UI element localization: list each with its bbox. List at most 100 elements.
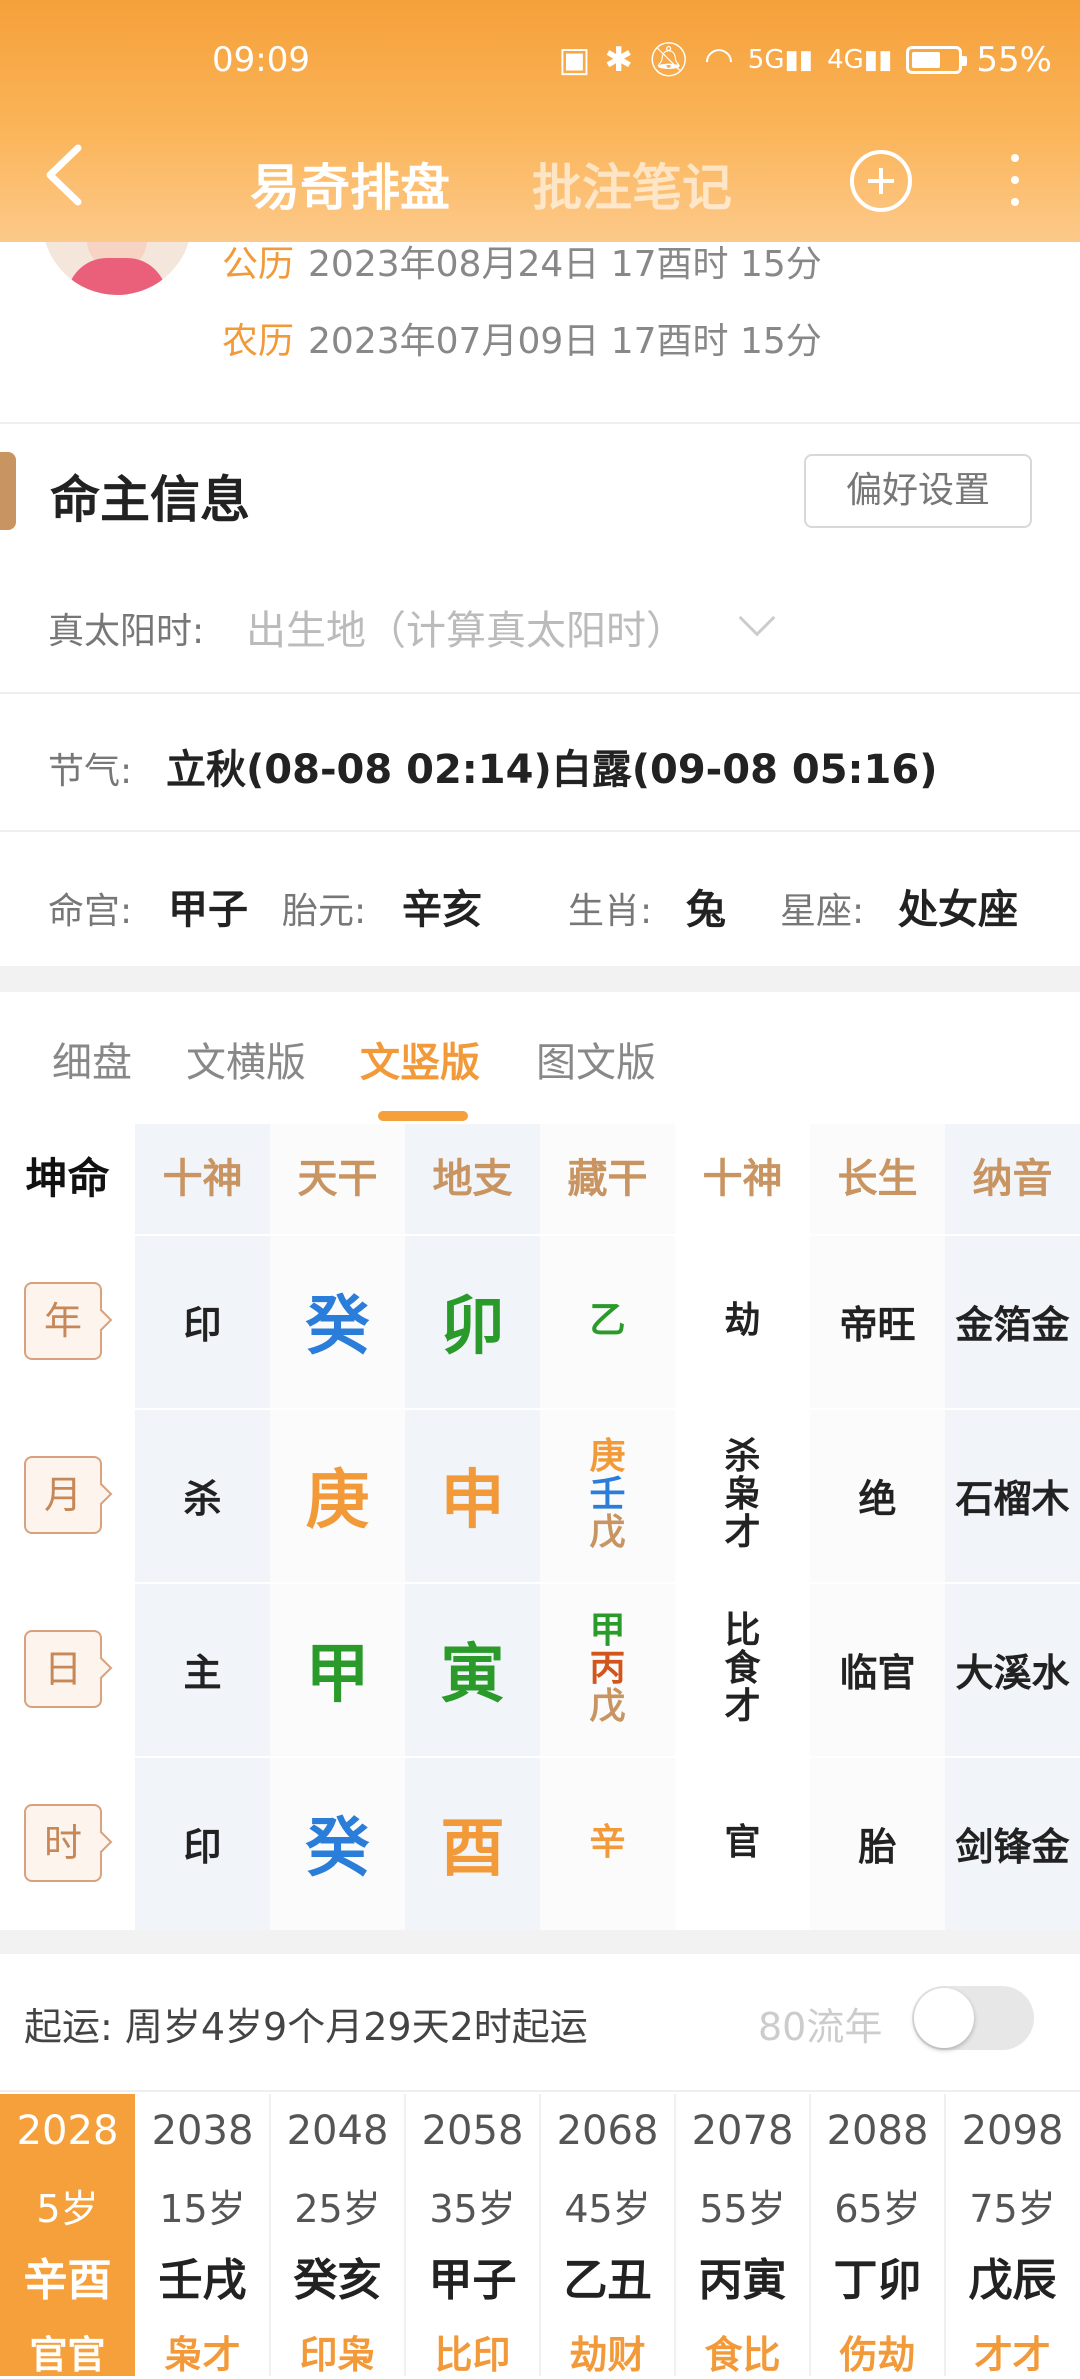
- tiangan-cell: 甲: [305, 1638, 370, 1712]
- section-gap: [0, 1930, 1080, 1954]
- dayun-item[interactable]: 2058 35岁 甲子 比印: [405, 2094, 540, 2377]
- canggan-cell: 乙: [540, 1234, 675, 1408]
- dayun-item[interactable]: 2068 45岁 乙丑 劫财: [540, 2094, 675, 2377]
- pillar-label-month: 月: [24, 1456, 102, 1534]
- shishen2-char: 才: [724, 1685, 761, 1727]
- tab-wenshuban[interactable]: 文竖版: [360, 1030, 480, 1088]
- canggan-char: 戊: [589, 1685, 626, 1727]
- header-changsheng: 长生: [837, 1156, 918, 1202]
- shishen2-char: 杀: [724, 1436, 761, 1478]
- battery-icon: [906, 46, 968, 74]
- dayun-shishen: 劫财: [569, 2333, 646, 2377]
- changsheng-cell: 胎: [858, 1824, 897, 1869]
- divider: [809, 2094, 811, 2376]
- shishen-cell: 印: [183, 1824, 222, 1869]
- shishen-cell: 杀: [183, 1476, 222, 1521]
- header-canggan: 藏干: [567, 1156, 648, 1202]
- minggong-value: 甲子: [168, 887, 248, 933]
- nayin-cell: 金箔金: [955, 1302, 1070, 1347]
- solar-date-row: 公历 2023年08月24日 17酉时 15分: [222, 235, 822, 287]
- dayun-shishen: 枭才: [164, 2333, 241, 2377]
- battery-percent: 55%: [976, 40, 1052, 80]
- bazi-grid: 坤命 十神 天干 地支 藏干 十神 长生 纳音 年 印 癸 卯 乙 劫 帝旺 金…: [0, 1124, 1080, 1930]
- canggan-char: 丙: [589, 1648, 626, 1690]
- dayun-shishen: 印枭: [299, 2333, 376, 2377]
- preferences-button[interactable]: 偏好设置: [804, 454, 1032, 528]
- wifi-icon: ◠: [704, 40, 734, 80]
- start-luck-text: 起运: 周岁4岁9个月29天2时起运: [24, 2005, 588, 2049]
- canggan-cell: 辛: [540, 1756, 675, 1930]
- divider: [404, 2094, 406, 2376]
- back-button[interactable]: [36, 140, 96, 210]
- tiangan-cell: 癸: [305, 1290, 370, 1364]
- shishen-cell: 主: [183, 1650, 222, 1695]
- more-menu-button[interactable]: [1000, 150, 1030, 210]
- xingzuo-value: 处女座: [898, 887, 1018, 933]
- divider: [674, 2094, 676, 2376]
- dayun-ganzhi: 辛酉: [23, 2255, 112, 2306]
- canggan-cell: 庚 壬 戊: [540, 1408, 675, 1582]
- shishen-cell: 印: [183, 1302, 222, 1347]
- dayun-age: 65岁: [834, 2187, 921, 2231]
- solar-date-value: 2023年08月24日 17酉时 15分: [308, 244, 822, 285]
- liunian-label: 80流年: [758, 2005, 883, 2049]
- dayun-item[interactable]: 2098 75岁 戊辰 才才: [945, 2094, 1080, 2377]
- shengxiao-value: 兔: [686, 887, 726, 933]
- dayun-year: 2078: [691, 2108, 794, 2154]
- dayun-shishen: 食比: [704, 2333, 781, 2377]
- add-button[interactable]: [850, 150, 912, 212]
- solar-time-select[interactable]: 出生地（计算真太阳时）: [246, 598, 686, 656]
- lunar-date-row: 农历 2023年07月09日 17酉时 15分: [222, 312, 822, 364]
- dayun-shishen: 伤劫: [839, 2333, 916, 2377]
- tab-tuwenban[interactable]: 图文版: [536, 1030, 656, 1088]
- divider: [539, 2094, 541, 2376]
- canggan-char: 甲: [589, 1610, 626, 1652]
- header-shishen2: 十神: [702, 1156, 783, 1202]
- dayun-year: 2098: [961, 2108, 1064, 2154]
- canggan-char: 辛: [589, 1822, 626, 1864]
- divider: [269, 2094, 271, 2376]
- jieqi-value: 立秋(08-08 02:14)白露(09-08 05:16): [166, 747, 938, 793]
- dayun-age: 75岁: [969, 2187, 1056, 2231]
- liunian-toggle[interactable]: [912, 1986, 1034, 2050]
- shishen2-char: 官: [724, 1822, 761, 1864]
- chevron-down-icon[interactable]: [738, 599, 776, 637]
- dizhi-cell: 酉: [440, 1812, 505, 1886]
- dayun-item[interactable]: 2088 65岁 丁卯 伤劫: [810, 2094, 945, 2377]
- dayun-shishen: 官官: [29, 2333, 106, 2377]
- dayun-year: 2068: [556, 2108, 659, 2154]
- tab-wenhengban[interactable]: 文横版: [186, 1030, 306, 1088]
- dayun-shishen: 才才: [974, 2333, 1051, 2377]
- divider: [944, 2094, 946, 2376]
- dayun-item[interactable]: 2038 15岁 壬戌 枭才: [135, 2094, 270, 2377]
- pillar-label-day: 日: [24, 1630, 102, 1708]
- solar-date-label: 公历: [222, 244, 295, 285]
- pillar-label-year: 年: [24, 1282, 102, 1360]
- dayun-ganzhi: 丁卯: [833, 2255, 922, 2306]
- dayun-item[interactable]: 2048 25岁 癸亥 印枭: [270, 2094, 405, 2377]
- changsheng-cell: 临官: [839, 1650, 916, 1695]
- dayun-shishen: 比印: [434, 2333, 511, 2377]
- section-marker: [0, 452, 16, 530]
- canggan-char: 乙: [589, 1300, 626, 1342]
- app-header: 09:09 ▣ ✱ 🔕︎ ◠ 5G▮▮ 4G▮▮ 55% 易奇排盘 批注笔记: [0, 0, 1080, 242]
- dayun-year: 2048: [286, 2108, 389, 2154]
- canggan-char: 戊: [589, 1511, 626, 1553]
- status-time: 09:09: [212, 40, 310, 80]
- bluetooth-icon: ✱: [604, 40, 633, 80]
- dayun-ganzhi: 戊辰: [968, 2255, 1057, 2306]
- dayun-age: 15岁: [159, 2187, 246, 2231]
- nayin-cell: 剑锋金: [955, 1824, 1070, 1869]
- tab-paipan[interactable]: 易奇排盘: [250, 148, 450, 220]
- jieqi-label: 节气:: [48, 751, 133, 792]
- dayun-item[interactable]: 2078 55岁 丙寅 食比: [675, 2094, 810, 2377]
- tab-xipan[interactable]: 细盘: [52, 1030, 132, 1088]
- canggan-char: 庚: [589, 1436, 626, 1478]
- dayun-ganzhi: 癸亥: [293, 2255, 382, 2306]
- tab-notes[interactable]: 批注笔记: [532, 148, 732, 220]
- header-shishen: 十神: [162, 1156, 243, 1202]
- taiyuan-label: 胎元:: [282, 891, 367, 932]
- dayun-item[interactable]: 2028 5岁 辛酉 官官: [0, 2094, 135, 2377]
- dizhi-cell: 寅: [440, 1638, 505, 1712]
- dayun-ganzhi: 乙丑: [563, 2255, 652, 2306]
